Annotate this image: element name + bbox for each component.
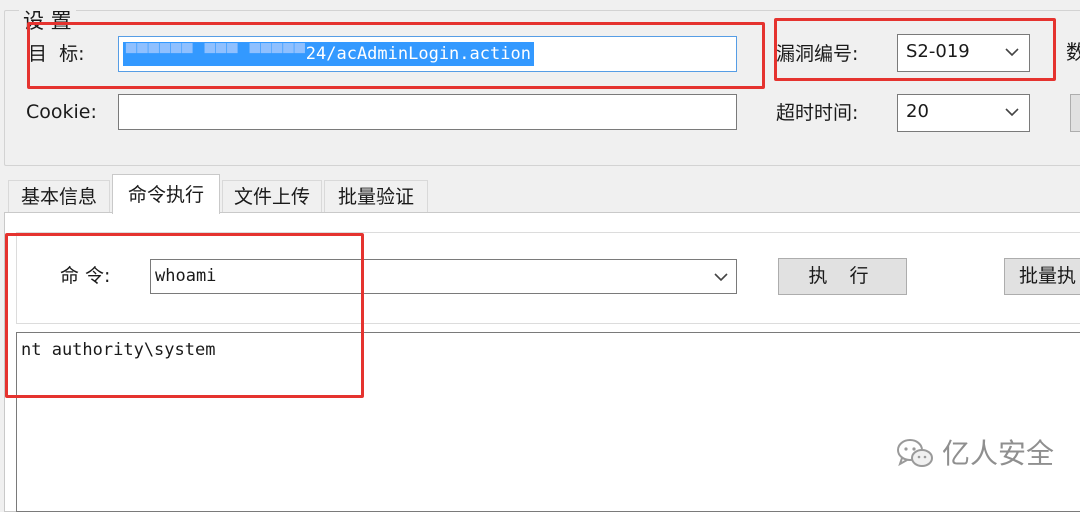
batch-execute-button[interactable]: 批量执 <box>1004 258 1080 295</box>
tab-file-upload[interactable]: 文件上传 <box>222 180 322 213</box>
target-url-input[interactable]: ▀▀▀▀▀▀ ▀▀▀ ▀▀▀▀▀24/acAdminLogin.action <box>118 36 737 72</box>
target-label: 目 标: <box>28 43 85 65</box>
command-input[interactable]: whoami <box>150 259 737 294</box>
tab-basic-info[interactable]: 基本信息 <box>8 180 110 213</box>
settings-group-title: 设 置 <box>19 5 76 35</box>
target-url-selection: ▀▀▀▀▀▀ ▀▀▀ ▀▀▀▀▀24/acAdminLogin.action <box>123 42 534 66</box>
target-url-text: 24/acAdminLogin.action <box>305 44 531 64</box>
execute-button[interactable]: 执 行 <box>778 258 907 295</box>
chevron-down-icon <box>1005 48 1019 57</box>
tab-command-exec[interactable]: 命令执行 <box>112 174 220 214</box>
vuln-id-select[interactable]: S2-019 <box>897 34 1030 72</box>
vuln-id-value: S2-019 <box>906 41 970 62</box>
cutoff-label: 数 <box>1066 40 1080 64</box>
command-value: whoami <box>155 266 217 286</box>
timeout-label: 超时时间: <box>776 102 859 124</box>
chevron-down-icon <box>1005 108 1019 117</box>
timeout-select[interactable]: 20 <box>897 94 1030 132</box>
cutoff-button[interactable] <box>1070 94 1080 132</box>
vuln-id-label: 漏洞编号: <box>776 43 859 65</box>
chevron-down-icon[interactable] <box>714 270 728 284</box>
timeout-value: 20 <box>906 101 929 122</box>
tab-batch-verify[interactable]: 批量验证 <box>324 180 428 213</box>
command-label: 命 令: <box>60 265 111 287</box>
watermark: 亿人安全 <box>896 436 1054 472</box>
watermark-text: 亿人安全 <box>942 437 1055 470</box>
target-url-masked: ▀▀▀▀▀▀ ▀▀▀ ▀▀▀▀▀ <box>126 44 306 64</box>
cookie-input[interactable] <box>118 94 737 130</box>
cookie-label: Cookie: <box>26 101 97 123</box>
command-output-text: nt authority\system <box>21 340 216 360</box>
command-output-area[interactable]: nt authority\system <box>16 332 1080 512</box>
wechat-icon <box>897 439 933 467</box>
